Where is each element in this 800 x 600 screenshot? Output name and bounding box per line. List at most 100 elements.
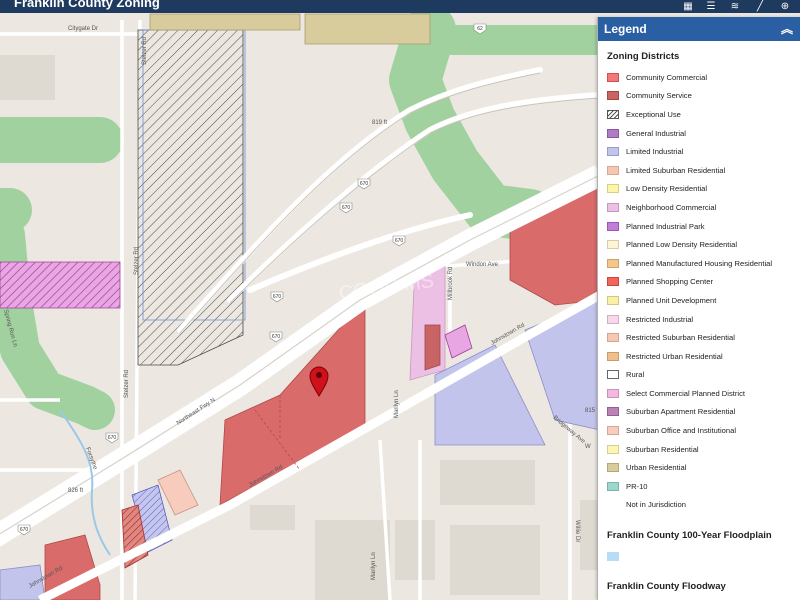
highway-shield-label: 670 xyxy=(360,181,369,187)
legend-item: Planned Industrial Park xyxy=(607,217,800,236)
legend-item: Suburban Apartment Residential xyxy=(607,403,800,422)
legend-item-label: Planned Low Density Residential xyxy=(626,240,738,250)
legend-item: PR-10 xyxy=(607,477,800,496)
floodplain-swatch xyxy=(607,551,619,561)
legend-item: Limited Suburban Residential xyxy=(607,161,800,180)
highway-shield-label: 670 xyxy=(108,435,117,441)
highway-shield-label: 670 xyxy=(272,334,281,340)
legend-swatch xyxy=(607,500,619,509)
globe-icon[interactable]: ⊕ xyxy=(777,1,793,12)
legend-item: Select Commercial Planned District xyxy=(607,384,800,403)
legend-swatch xyxy=(607,147,619,157)
legend-item-label: Suburban Apartment Residential xyxy=(626,407,736,417)
road-label-w: W xyxy=(585,444,591,450)
parcel-urban-residential-top-2 xyxy=(304,13,431,45)
floodplain-section: Franklin County 100-Year Floodplain xyxy=(607,530,800,565)
legend-item-label: Suburban Residential xyxy=(626,444,699,454)
legend-item: Community Service xyxy=(607,87,800,106)
highway-shield-label: 62 xyxy=(477,26,483,32)
elevation-label: 826 ft xyxy=(68,488,83,494)
legend-swatch xyxy=(607,295,619,305)
layers-icon[interactable]: ≋ xyxy=(727,1,743,12)
measure-icon[interactable]: ╱ xyxy=(752,1,768,12)
legend-item: Not in Jurisdiction xyxy=(607,496,800,515)
road-label-willie-dr: Willie Dr xyxy=(574,520,580,542)
legend-item: General Industrial xyxy=(607,124,800,143)
road-label-stelzer-rd-north: Stelzer Rd xyxy=(142,37,148,65)
legend-item-label: Urban Residential xyxy=(626,463,687,473)
legend-item-label: Restricted Urban Residential xyxy=(626,351,723,361)
legend-swatch xyxy=(607,202,619,212)
legend-item: Exceptional Use xyxy=(607,105,800,124)
floodway-section-title: Franklin County Floodway xyxy=(607,581,726,593)
legend-item: Neighborhood Commercial xyxy=(607,198,800,217)
legend-item-label: Planned Unit Development xyxy=(626,295,717,305)
legend-item-label: Restricted Industrial xyxy=(626,314,694,324)
legend-item: Planned Unit Development xyxy=(607,291,800,310)
grid-icon[interactable]: ▦ xyxy=(680,1,696,12)
legend-item-label: Community Commercial xyxy=(626,72,708,82)
legend-item-label: Planned Manufactured Housing Residential xyxy=(626,258,773,268)
legend-item: Planned Shopping Center xyxy=(607,273,800,292)
road-label-stelzer-rd-south: Stelzer Rd xyxy=(124,370,130,398)
legend-item-label: Planned Industrial Park xyxy=(626,221,705,231)
legend-item: Community Commercial xyxy=(607,68,800,87)
legend-swatch xyxy=(607,128,619,138)
legend-swatch xyxy=(607,351,619,361)
floodplain-section-title: Franklin County 100-Year Floodplain xyxy=(607,530,772,542)
highway-shield-label: 670 xyxy=(20,527,29,533)
legend-item: Rural xyxy=(607,366,800,385)
elevation-label: 819 ft xyxy=(372,120,387,126)
legend-swatch xyxy=(607,444,619,454)
legend-item: Restricted Suburban Residential xyxy=(607,328,800,347)
legend-title: Legend xyxy=(604,22,647,36)
legend-item-label: Limited Suburban Residential xyxy=(626,165,726,175)
legend-item: Planned Manufactured Housing Residential xyxy=(607,254,800,273)
legend-item-label: Exceptional Use xyxy=(626,109,681,119)
legend-swatch xyxy=(607,240,619,250)
legend-swatch xyxy=(607,463,619,473)
legend-item: Limited Industrial xyxy=(607,142,800,161)
legend-item-label: Restricted Suburban Residential xyxy=(626,333,735,343)
legend-swatch xyxy=(607,72,619,82)
legend-item-label: Rural xyxy=(626,370,645,380)
legend-swatch xyxy=(607,333,619,343)
legend-swatch xyxy=(607,165,619,175)
road-label-citygate-dr: Citygate Dr xyxy=(68,26,98,32)
legend-item-label: Not in Jurisdiction xyxy=(626,500,686,510)
road-label-marilyn-ln-north: Marilyn Ln xyxy=(394,390,400,418)
legend-item: Restricted Urban Residential xyxy=(607,347,800,366)
legend-item-label: General Industrial xyxy=(626,128,686,138)
legend-item-label: Low Density Residential xyxy=(626,184,708,194)
collapse-chevron-icon[interactable]: ︽ xyxy=(781,23,793,35)
legend-swatch xyxy=(607,277,619,287)
road-label-marilyn-ln-south: Marilyn Ln xyxy=(371,552,377,580)
legend-swatch xyxy=(607,221,619,231)
legend-item-label: Select Commercial Planned District xyxy=(626,388,746,398)
list-icon[interactable]: ☰ xyxy=(703,1,719,12)
legend-item: Suburban Office and Institutional xyxy=(607,421,800,440)
legend-item-label: Suburban Office and Institutional xyxy=(626,426,737,436)
zoning-legend-list: Community Commercial Community Service Exc… xyxy=(607,68,800,514)
parcel-community-service-small xyxy=(424,324,441,371)
legend-swatch xyxy=(607,258,619,268)
legend-swatch xyxy=(607,481,619,491)
app-title: Franklin County Zoning xyxy=(14,0,160,10)
road-label-stelzer-rd-2: Stelzer Rd xyxy=(134,247,140,275)
legend-item-label: Limited Industrial xyxy=(626,147,684,157)
highway-shield-label: 670 xyxy=(395,238,404,244)
legend-swatch xyxy=(607,109,619,119)
parcel-neighborhood-commercial-west xyxy=(0,261,121,309)
legend-swatch xyxy=(607,426,619,436)
highway-shield-label: 670 xyxy=(273,294,282,300)
legend-item: Urban Residential xyxy=(607,458,800,477)
legend-item-label: Neighborhood Commercial xyxy=(626,202,717,212)
floodway-section: Franklin County Floodway xyxy=(607,581,800,600)
highway-shield-label: 670 xyxy=(342,205,351,211)
parcel-urban-residential-top xyxy=(149,13,301,31)
legend-item-label: Planned Shopping Center xyxy=(626,277,713,287)
legend-item-label: PR-10 xyxy=(626,481,648,491)
legend-item: Planned Low Density Residential xyxy=(607,235,800,254)
legend-swatch xyxy=(607,91,619,101)
floodplain-legend-item xyxy=(607,547,800,565)
